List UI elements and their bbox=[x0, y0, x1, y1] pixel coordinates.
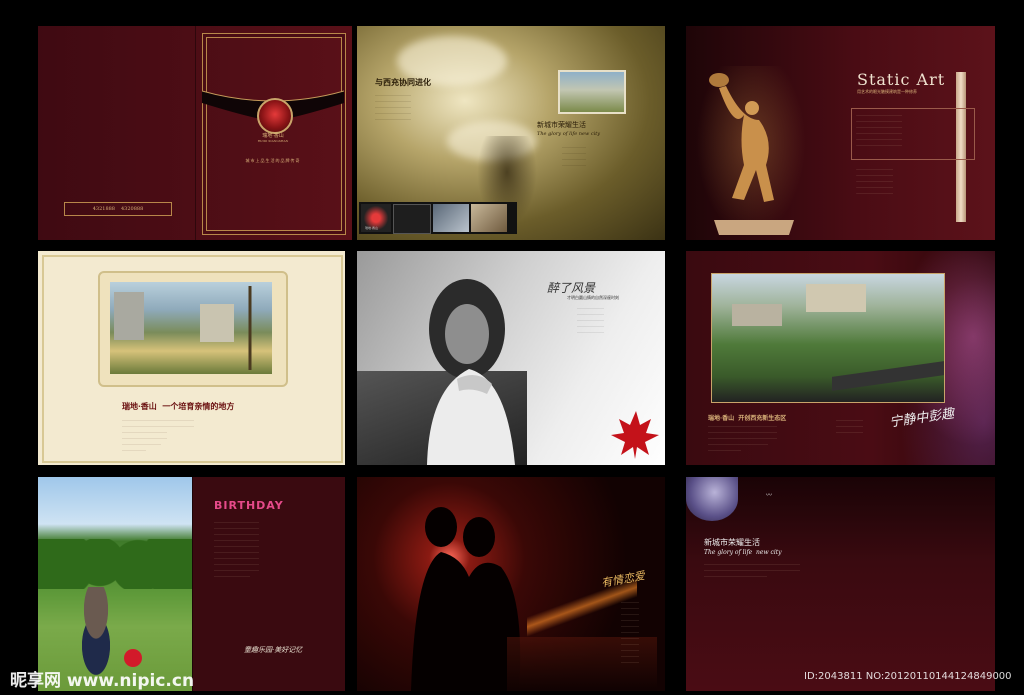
building-block bbox=[732, 304, 782, 326]
interior-thumb bbox=[471, 204, 507, 232]
emblem-subtitle: RUIDI XIANGSHAN bbox=[257, 139, 289, 143]
panel-moon: 〰 新城市荣耀生活 The glory of life new city ………… bbox=[686, 477, 995, 691]
aerial-photo bbox=[711, 273, 945, 403]
road bbox=[832, 361, 944, 391]
bush-row bbox=[38, 539, 192, 589]
body-text-block: …………………………………………………………………………………………………………… bbox=[214, 520, 259, 578]
birthday-logo: BIRTHDAY bbox=[214, 499, 284, 512]
building-block bbox=[200, 304, 234, 342]
child-photo bbox=[38, 477, 192, 691]
body-text-block: …………………………………………………………………………………………………………… bbox=[621, 600, 639, 664]
moon-subtitle: 新城市荣耀生活 bbox=[704, 538, 760, 547]
phone-number-2: 4320888 bbox=[121, 206, 144, 212]
emblem-icon bbox=[257, 98, 293, 134]
building-block bbox=[114, 292, 144, 340]
discobolus-statue bbox=[709, 73, 794, 235]
phone-number-1: 4321888 bbox=[92, 206, 115, 212]
floorplan-thumb bbox=[393, 204, 431, 234]
body-text-block: ……………………………………………………………………… bbox=[836, 418, 863, 434]
cover-slogan: 城市上品生活的品牌传奇 bbox=[245, 158, 301, 163]
child-figure bbox=[68, 587, 124, 677]
body-text-block: …………………………………………………………………………………………………………… bbox=[122, 418, 194, 452]
moon-icon bbox=[686, 477, 738, 521]
spine-line bbox=[192, 477, 193, 691]
panel-static-art: Static Art 用艺术的眼光触摸建筑是一种修养 ·………………………………… bbox=[686, 26, 995, 240]
static-art-subtitle: 用艺术的眼光触摸建筑是一种修养 bbox=[857, 89, 917, 94]
portrait-subtext: 才明白圆山情的自然深邃时刻 bbox=[567, 295, 619, 300]
spine-line bbox=[195, 26, 196, 240]
woman-figure bbox=[427, 279, 515, 465]
building-photo bbox=[558, 70, 626, 114]
watermark-logo: 昵享网 www.nipic.cn bbox=[10, 671, 195, 691]
maple-leaf-icon bbox=[611, 411, 659, 459]
static-art-title: Static Art bbox=[857, 70, 946, 89]
red-ball bbox=[124, 649, 142, 667]
panel-cream: 瑞地·香山 一个培育亲情的地方 ………………………………………………………………… bbox=[38, 251, 345, 465]
building-block bbox=[806, 284, 866, 312]
child-script: 童趣乐园·美好记忆 bbox=[244, 646, 303, 654]
cream-headline: 瑞地·香山 一个培育亲情的地方 bbox=[122, 401, 235, 411]
aerial-headline: 瑞地·香山 开创西充新生态区 bbox=[708, 415, 787, 422]
watermark-id: ID:2043811 NO:20120110144124849000 bbox=[804, 671, 1012, 682]
strip-label: 瑞地·香山 bbox=[365, 226, 378, 230]
body-text-block: …………………………………………………………………………………………………………… bbox=[577, 306, 604, 334]
body-text-block: …………………………………………………………………………………………………………… bbox=[704, 562, 800, 578]
panel-aerial: 瑞地·香山 开创西充新生态区 …………………………………………………………………… bbox=[686, 251, 995, 465]
spread-subtitle-en: The glory of life new city bbox=[537, 131, 601, 137]
body-text-block: ·……………………………………… ·……………………………………… ·…………………… bbox=[856, 113, 902, 147]
panel-clouds: 与西充协同进化 ……………………………………………………………………………………… bbox=[357, 26, 665, 240]
phone-bar: 4321888 4320888 bbox=[64, 202, 172, 216]
thumbnail-strip bbox=[359, 202, 517, 234]
panel-child: BIRTHDAY …………………………………………………………………………………… bbox=[38, 477, 345, 691]
garden-photo bbox=[110, 282, 272, 374]
bird-icon: 〰 bbox=[766, 492, 773, 499]
panel-night: 有情恋爱 ……………………………………………………………………………………………… bbox=[357, 477, 665, 691]
panel-cover: 瑞地·香山 RUIDI XIANGSHAN 城市上品生活的品牌传奇 432188… bbox=[38, 26, 352, 240]
body-text-block: ·……………………………… ·……………………………… ·……………………………… ·… bbox=[856, 167, 893, 195]
script-title: 醉了风景 bbox=[547, 281, 596, 295]
panel-portrait: 醉了风景 才明白圆山情的自然深邃时刻 ………………………………………………………… bbox=[357, 251, 665, 465]
emblem-title: 瑞地·香山 bbox=[262, 133, 284, 139]
body-text-block: …………………………………………………………………………………………………………… bbox=[708, 424, 777, 452]
spread-headline: 与西充协同进化 bbox=[375, 77, 431, 87]
body-text-block: …………………………………………………………………………………………………………… bbox=[375, 93, 411, 121]
moon-subtitle-en: The glory of life new city bbox=[704, 549, 782, 556]
palm-tree bbox=[236, 286, 264, 370]
room-thumb bbox=[433, 204, 469, 232]
body-text-block: …………………………………………………………………………………… bbox=[562, 145, 586, 167]
spread-subtitle: 新城市荣耀生活 bbox=[537, 121, 586, 129]
